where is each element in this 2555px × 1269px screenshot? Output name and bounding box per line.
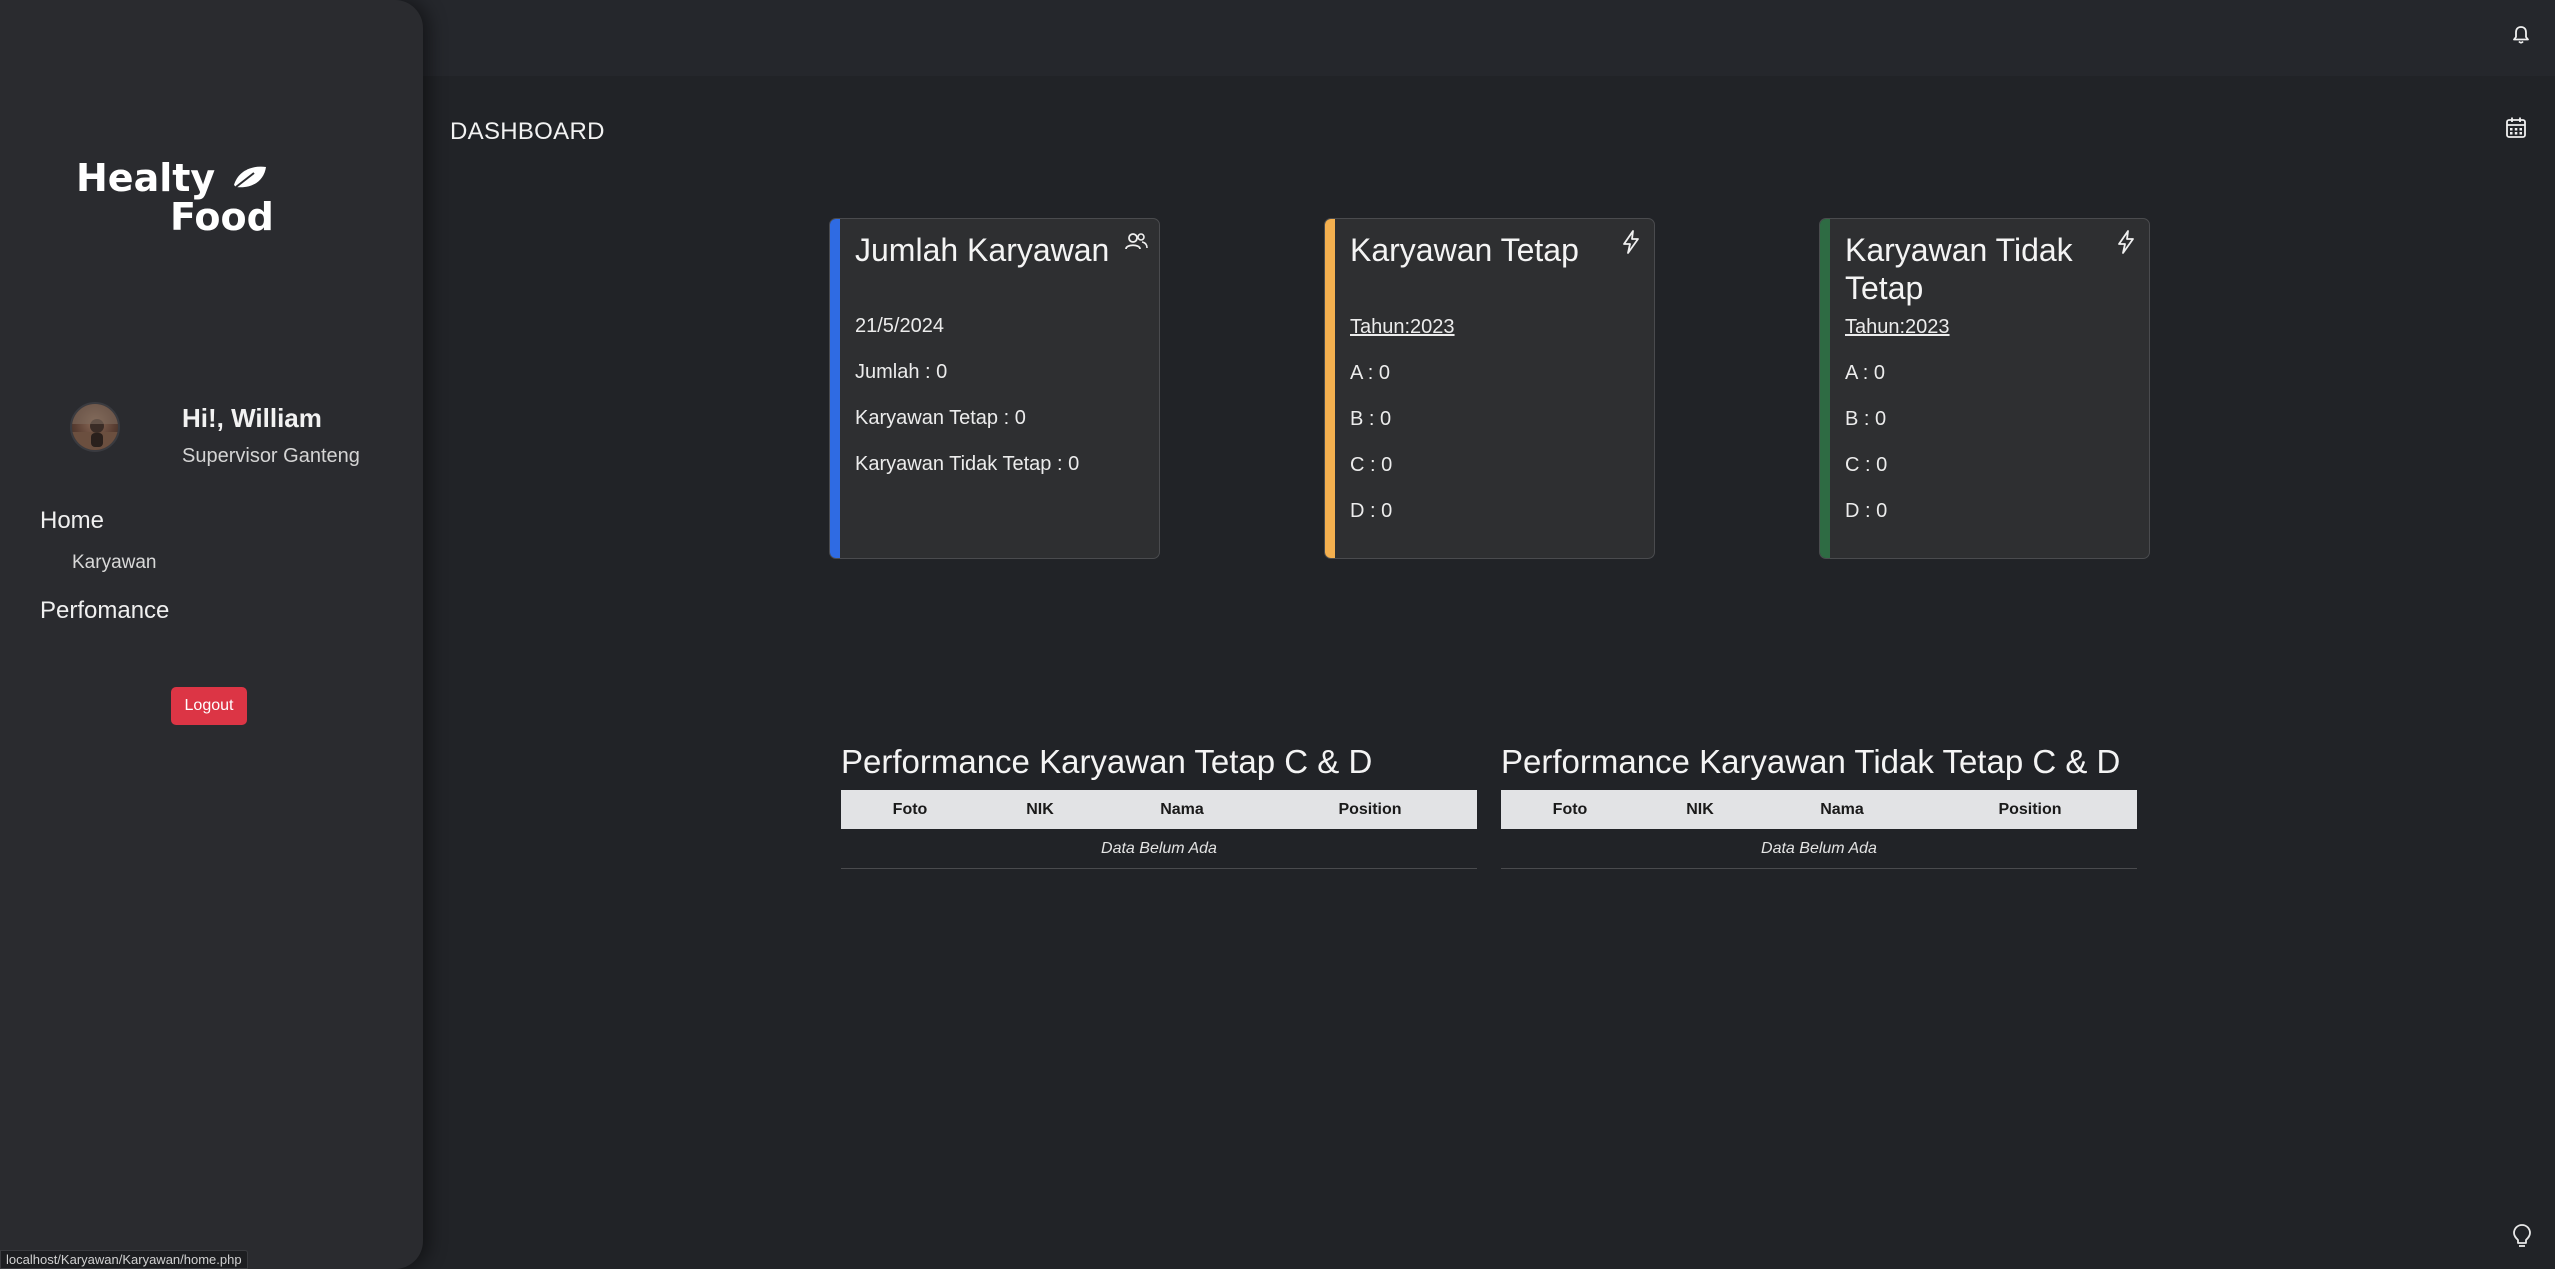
- card-year-link[interactable]: Tahun:2023: [1350, 316, 1455, 339]
- card-title: Karyawan Tetap: [1350, 232, 1579, 268]
- leaf-icon: [234, 166, 266, 188]
- card-date: 21/5/2024: [855, 315, 944, 337]
- bell-icon[interactable]: [2509, 22, 2533, 48]
- logo-line2: Food: [170, 195, 274, 235]
- column-header: NIK: [1026, 800, 1054, 818]
- table-performance-tetap: Foto NIK Nama Position Data Belum Ada: [841, 790, 1477, 869]
- section-title-tidak-tetap: Performance Karyawan Tidak Tetap C & D: [1501, 743, 2121, 780]
- section-title-tetap: Performance Karyawan Tetap C & D: [841, 743, 1373, 780]
- card-accent: [1325, 219, 1335, 558]
- column-header: Nama: [1820, 800, 1864, 818]
- card-line: B : 0: [1845, 408, 1887, 430]
- column-header: Position: [1998, 800, 2062, 818]
- logo-line1: Healty: [76, 156, 215, 200]
- column-header: Foto: [892, 800, 928, 818]
- status-bar-url: localhost/Karyawan/Karyawan/home.php: [0, 1250, 248, 1269]
- card-year-link[interactable]: Tahun:2023: [1845, 316, 1950, 339]
- nav-karyawan[interactable]: Karyawan: [72, 552, 157, 574]
- nav-performance[interactable]: Perfomance: [40, 597, 169, 625]
- card-line: Karyawan Tetap : 0: [855, 407, 1026, 429]
- card-karyawan-tidak-tetap: Karyawan Tidak Tetap Tahun:2023 A : 0 B …: [1819, 218, 2150, 559]
- card-line: Jumlah : 0: [855, 361, 948, 383]
- column-header: NIK: [1686, 800, 1714, 818]
- avatar: [70, 402, 120, 452]
- sidebar: Healty Food Hi!, William Supervisor Gant…: [0, 0, 423, 1269]
- nav-home[interactable]: Home: [40, 507, 104, 535]
- brand-logo[interactable]: Healty Food: [76, 155, 286, 239]
- card-line: C : 0: [1845, 454, 1888, 476]
- table-header: Foto NIK Nama Position: [1501, 790, 2137, 829]
- calendar-icon[interactable]: [2505, 116, 2527, 140]
- page-title: DASHBOARD: [450, 118, 605, 145]
- card-karyawan-tetap: Karyawan Tetap Tahun:2023 A : 0 B : 0 C …: [1324, 218, 1655, 559]
- card-line: B : 0: [1350, 408, 1392, 430]
- column-header: Nama: [1160, 800, 1204, 818]
- card-line: C : 0: [1350, 454, 1393, 476]
- column-header: Foto: [1552, 800, 1588, 818]
- card-line: A : 0: [1845, 362, 1886, 384]
- column-header: Position: [1338, 800, 1402, 818]
- card-title: Jumlah Karyawan: [855, 232, 1110, 268]
- bolt-icon: [2113, 229, 2139, 255]
- card-accent: [1820, 219, 1830, 558]
- empty-message: Data Belum Ada: [1501, 829, 2137, 869]
- user-role: Supervisor Ganteng: [182, 445, 360, 467]
- table-header: Foto NIK Nama Position: [841, 790, 1477, 829]
- card-accent: [830, 219, 840, 558]
- card-title: Karyawan Tidak Tetap: [1845, 232, 2073, 306]
- card-line: A : 0: [1350, 362, 1391, 384]
- logout-button[interactable]: Logout: [171, 687, 247, 725]
- lightbulb-icon[interactable]: [2510, 1222, 2534, 1250]
- card-jumlah-karyawan: Jumlah Karyawan 21/5/2024 Jumlah : 0 Kar…: [829, 218, 1160, 559]
- bolt-icon: [1618, 229, 1644, 255]
- empty-message: Data Belum Ada: [841, 829, 1477, 869]
- users-icon: [1123, 229, 1149, 255]
- user-greeting: Hi!, William: [182, 403, 322, 433]
- table-performance-tidak-tetap: Foto NIK Nama Position Data Belum Ada: [1501, 790, 2137, 869]
- card-line: Karyawan Tidak Tetap : 0: [855, 453, 1080, 475]
- card-line: D : 0: [1845, 500, 1888, 522]
- card-line: D : 0: [1350, 500, 1393, 522]
